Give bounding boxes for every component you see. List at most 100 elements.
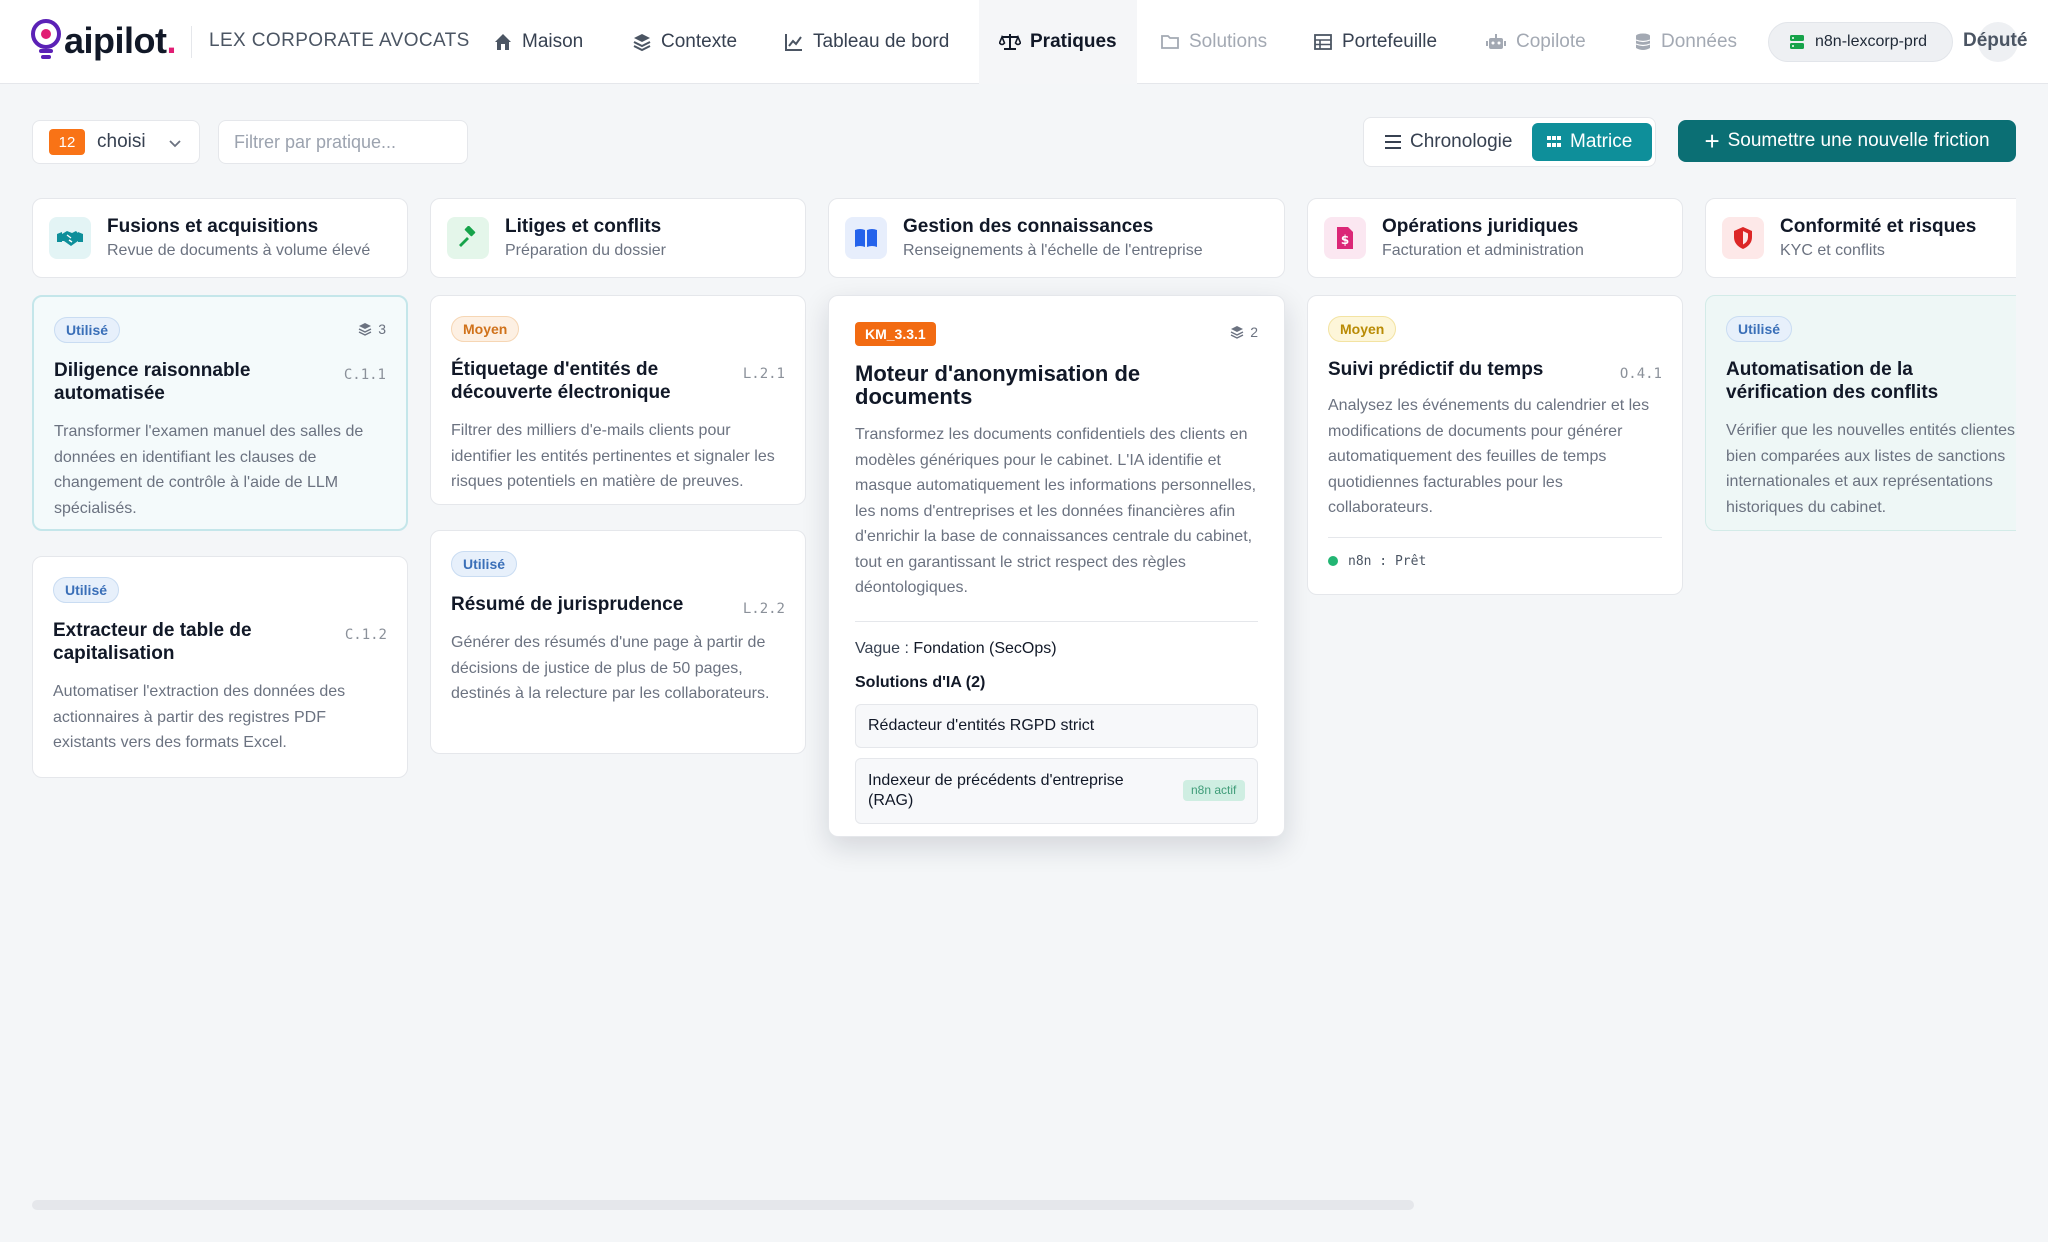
nav-label: Données bbox=[1661, 31, 1738, 52]
wave-label: Vague : bbox=[855, 639, 909, 657]
environment-label: n8n-lexcorp-prd bbox=[1815, 33, 1928, 50]
view-matrix-button[interactable]: Matrice bbox=[1532, 123, 1652, 161]
card-description: Automatiser l'extraction des données des… bbox=[53, 683, 346, 751]
solution-name: Rédacteur d'entités RGPD strict bbox=[868, 716, 1095, 734]
status-dot bbox=[1328, 556, 1338, 566]
nav-item-donnees[interactable]: Données bbox=[1634, 0, 1737, 84]
plus-icon: + bbox=[1704, 126, 1720, 156]
card-code: C.1.2 bbox=[344, 627, 387, 643]
column-header-operations[interactable]: $ Opérations juridiques Facturation et a… bbox=[1307, 198, 1683, 278]
user-name[interactable]: Député bbox=[1963, 30, 2027, 52]
card-title: Automatisation de la vérification des co… bbox=[1726, 359, 1939, 403]
view-toggle: Chronologie Matrice bbox=[1363, 117, 1656, 167]
nav-label: Tableau de bord bbox=[813, 31, 950, 52]
card-divider bbox=[1328, 536, 1662, 538]
layers-icon bbox=[633, 34, 651, 52]
card-title: Suivi prédictif du temps bbox=[1328, 359, 1544, 380]
folder-icon bbox=[1161, 35, 1179, 49]
view-timeline-label: Chronologie bbox=[1410, 131, 1513, 152]
view-timeline-button[interactable]: Chronologie bbox=[1384, 123, 1512, 161]
grid-icon bbox=[1547, 136, 1561, 147]
handshake-icon bbox=[49, 217, 91, 259]
solution-name: Indexeur de précédents d'entreprise (RAG… bbox=[868, 771, 1124, 809]
lightbulb-logo-icon bbox=[31, 19, 61, 59]
wave-value: Fondation (SecOps) bbox=[913, 639, 1057, 657]
card-description: Filtrer des milliers d'e-mails clients p… bbox=[451, 422, 775, 490]
practice-select[interactable]: 12 choisi bbox=[32, 120, 200, 164]
invoice-icon: $ bbox=[1324, 217, 1366, 259]
nav-item-copilote[interactable]: Copilote bbox=[1485, 0, 1586, 84]
column-title: Conformité et risques bbox=[1780, 216, 1977, 237]
nav-item-solutions[interactable]: Solutions bbox=[1160, 0, 1267, 84]
card-description: Transformez les documents confidentiels … bbox=[855, 426, 1257, 596]
database-icon bbox=[1635, 33, 1651, 50]
nav-item-portefeuille[interactable]: Portefeuille bbox=[1313, 0, 1437, 84]
column-header-conformite[interactable]: Conformité et risques KYC et conflits bbox=[1705, 198, 2016, 278]
layers-icon bbox=[1230, 326, 1244, 339]
status-badge: Utilisé bbox=[1726, 316, 1793, 342]
submit-label: Soumettre une nouvelle friction bbox=[1727, 130, 1990, 151]
table-icon bbox=[1314, 34, 1332, 50]
card-code: O.4.1 bbox=[1619, 366, 1662, 382]
practice-card-l-2-1[interactable]: Moyen Étiquetage d'entités de découverte… bbox=[430, 295, 806, 505]
column-subtitle: Revue de documents à volume élevé bbox=[107, 242, 371, 259]
card-title: Étiquetage d'entités de découverte élect… bbox=[451, 359, 671, 403]
card-description: Vérifier que les nouvelles entités clien… bbox=[1726, 422, 2016, 516]
practice-matrix-board: Fusions et acquisitions Revue de documen… bbox=[0, 190, 2016, 1190]
card-description: Générer des résumés d'une page à partir … bbox=[451, 634, 770, 702]
column-subtitle: Facturation et administration bbox=[1382, 242, 1584, 259]
status-badge: Utilisé bbox=[54, 317, 121, 343]
card-description: Transformer l'examen manuel des salles d… bbox=[54, 423, 364, 517]
column-header-connaissances[interactable]: Gestion des connaissances Renseignements… bbox=[828, 198, 1285, 278]
gavel-icon bbox=[447, 217, 489, 259]
practice-card-conflits[interactable]: Utilisé Automatisation de la vérificatio… bbox=[1705, 295, 2016, 531]
card-title: Résumé de jurisprudence bbox=[451, 594, 684, 615]
solution-status-tag: n8n actif bbox=[1183, 780, 1245, 801]
horizontal-scrollbar[interactable] bbox=[32, 1200, 1414, 1210]
svg-text:$: $ bbox=[1341, 233, 1349, 247]
layers-count: 2 bbox=[1230, 324, 1258, 340]
nav-label: Copilote bbox=[1516, 31, 1586, 52]
nav-label: Portefeuille bbox=[1342, 31, 1438, 52]
column-subtitle: KYC et conflits bbox=[1780, 242, 1885, 259]
column-subtitle: Renseignements à l'échelle de l'entrepri… bbox=[903, 242, 1203, 259]
nav-label: Solutions bbox=[1189, 31, 1268, 52]
aipilot-logo[interactable]: aipilot. bbox=[30, 18, 176, 64]
layers-count: 3 bbox=[358, 321, 386, 337]
practice-card-km-3-3-1[interactable]: KM_3.3.1 2 Moteur d'anonymisation de doc… bbox=[828, 295, 1285, 837]
practice-card-o-4-1[interactable]: Moyen Suivi prédictif du temps O.4.1 Ana… bbox=[1307, 295, 1683, 595]
environment-pill[interactable]: n8n-lexcorp-prd bbox=[1768, 22, 1953, 62]
column-header-litiges[interactable]: Litiges et conflits Préparation du dossi… bbox=[430, 198, 806, 278]
automation-status-label: n8n : Prêt bbox=[1348, 553, 1427, 569]
solution-item-rag[interactable]: Indexeur de précédents d'entreprise (RAG… bbox=[855, 757, 1258, 824]
solution-item-rgpd[interactable]: Rédacteur d'entités RGPD strict bbox=[855, 703, 1258, 748]
column-title: Opérations juridiques bbox=[1382, 216, 1579, 237]
status-badge: Utilisé bbox=[53, 577, 120, 603]
list-icon bbox=[1385, 135, 1401, 149]
status-badge: Moyen bbox=[1328, 316, 1397, 342]
card-title: Diligence raisonnable automatisée bbox=[54, 360, 251, 404]
nav-item-contexte[interactable]: Contexte bbox=[632, 0, 737, 84]
practice-card-c-1-1[interactable]: Utilisé 3 Diligence raisonnable automati… bbox=[32, 295, 408, 531]
card-code: L.2.1 bbox=[742, 366, 785, 382]
status-badge: Moyen bbox=[451, 316, 520, 342]
nav-item-pratiques[interactable]: Pratiques bbox=[979, 0, 1137, 84]
wave-line: Vague : Fondation (SecOps) bbox=[855, 640, 1258, 658]
chevron-down-icon bbox=[169, 140, 181, 148]
status-badge: Utilisé bbox=[451, 551, 518, 577]
column-header-fusions[interactable]: Fusions et acquisitions Revue de documen… bbox=[32, 198, 408, 278]
firm-name: LEX CORPORATE AVOCATS bbox=[209, 30, 470, 51]
robot-icon bbox=[1486, 34, 1506, 49]
solutions-title: Solutions d'IA (2) bbox=[855, 673, 986, 691]
home-icon bbox=[495, 34, 511, 50]
nav-item-tableau-de-bord[interactable]: Tableau de bord bbox=[784, 0, 949, 84]
card-code-badge: KM_3.3.1 bbox=[855, 322, 936, 346]
column-subtitle: Préparation du dossier bbox=[505, 242, 666, 259]
column-title: Gestion des connaissances bbox=[903, 216, 1154, 237]
practice-card-c-1-2[interactable]: Utilisé Extracteur de table de capitalis… bbox=[32, 556, 408, 778]
practice-filter-input[interactable] bbox=[218, 120, 468, 164]
practice-card-l-2-2[interactable]: Utilisé Résumé de jurisprudence L.2.2 Gé… bbox=[430, 530, 806, 754]
selected-label: choisi bbox=[97, 131, 146, 152]
nav-item-maison[interactable]: Maison bbox=[493, 0, 583, 84]
submit-friction-button[interactable]: + Soumettre une nouvelle friction bbox=[1678, 120, 2016, 162]
